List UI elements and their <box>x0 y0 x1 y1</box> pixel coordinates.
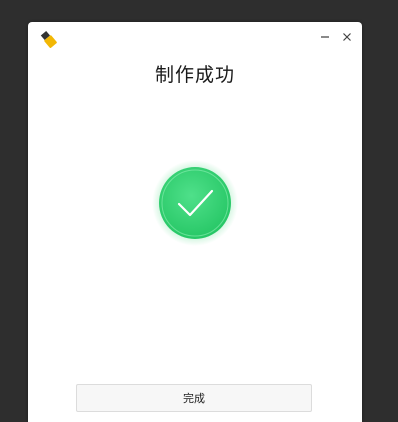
minimize-button[interactable] <box>316 28 334 46</box>
done-button[interactable]: 完成 <box>76 384 312 412</box>
success-dialog-window: 制作成功 完成 <box>28 22 362 422</box>
usb-drive-icon <box>40 30 58 48</box>
close-button[interactable] <box>338 28 356 46</box>
dialog-title: 制作成功 <box>154 64 235 86</box>
close-icon <box>343 33 351 41</box>
success-check-icon <box>152 160 238 246</box>
minimize-icon <box>321 36 329 38</box>
